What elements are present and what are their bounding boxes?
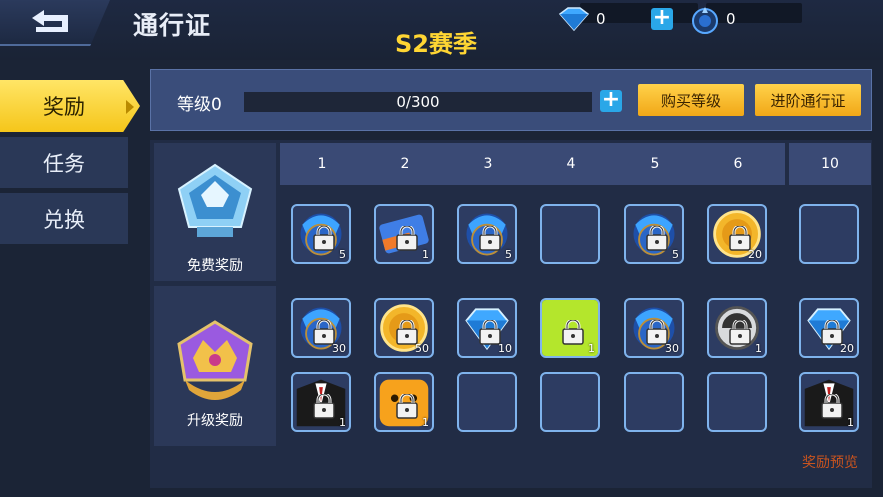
column-level: 3 <box>483 156 493 172</box>
level-column-header <box>280 143 785 185</box>
reward-slot[interactable]: 1 <box>799 372 859 432</box>
reward-slot[interactable] <box>457 372 517 432</box>
column-level: 5 <box>650 156 660 172</box>
diamond-count: 0 <box>596 10 606 28</box>
lock-icon <box>729 320 751 345</box>
lock-icon <box>821 394 843 419</box>
gold-purple-crown-emblem-icon <box>177 320 253 400</box>
reward-slot[interactable]: 1 <box>374 204 434 264</box>
buy-level-label: 购买等级 <box>660 91 721 110</box>
reward-slot[interactable]: 50 <box>374 298 434 358</box>
reward-slot[interactable]: 10 <box>457 298 517 358</box>
reward-slot[interactable]: 5 <box>624 204 684 264</box>
active-tab-arrow-icon <box>126 100 134 114</box>
reward-slot[interactable]: 30 <box>291 298 351 358</box>
reward-count: 1 <box>339 416 346 429</box>
reward-count: 1 <box>422 416 429 429</box>
tab-exchange[interactable]: 兑换 <box>0 193 128 245</box>
back-arrow-icon <box>32 10 68 32</box>
reward-slot[interactable]: 20 <box>799 298 859 358</box>
add-level-button[interactable]: + <box>600 89 622 112</box>
diamond-icon <box>558 7 590 32</box>
page-title: 通行证 <box>133 11 212 40</box>
reward-count: 20 <box>748 248 762 261</box>
reward-count: 1 <box>588 342 595 355</box>
reward-slot[interactable]: 20 <box>707 204 767 264</box>
upgrade-reward-row-header: 升级奖励 <box>154 286 276 446</box>
pass-token-icon <box>692 7 718 34</box>
reward-count: 1 <box>847 416 854 429</box>
reward-slot[interactable]: 5 <box>291 204 351 264</box>
upgrade-reward-label: 升级奖励 <box>187 413 243 429</box>
reward-slot[interactable] <box>624 372 684 432</box>
column-level: 2 <box>400 156 410 172</box>
tab-tasks-label: 任务 <box>43 151 85 176</box>
reward-slot[interactable]: 1 <box>291 372 351 432</box>
season-title: S2赛季 <box>395 30 477 58</box>
column-level: 4 <box>566 156 576 172</box>
lock-icon <box>396 394 418 419</box>
token-currency-bar <box>706 3 802 23</box>
lock-icon <box>646 226 668 251</box>
lock-icon <box>313 226 335 251</box>
lock-icon <box>562 320 584 345</box>
reward-count: 20 <box>840 342 854 355</box>
reward-slot[interactable]: 30 <box>624 298 684 358</box>
tab-tasks[interactable]: 任务 <box>0 137 128 189</box>
buy-level-button[interactable]: 购买等级 <box>638 84 744 116</box>
reward-slot[interactable] <box>707 372 767 432</box>
column-level: 1 <box>317 156 327 172</box>
upgrade-pass-button[interactable]: 进阶通行证 <box>755 84 861 116</box>
lock-icon <box>313 394 335 419</box>
reward-count: 30 <box>332 342 346 355</box>
reward-count: 5 <box>339 248 346 261</box>
upgrade-pass-label: 进阶通行证 <box>770 91 846 110</box>
reward-slot[interactable]: 1 <box>540 298 600 358</box>
level-label: 等级0 <box>177 95 222 115</box>
reward-count: 10 <box>498 342 512 355</box>
level-panel: 等级0 0/300 + 购买等级 进阶通行证 <box>150 69 872 131</box>
free-reward-row-header: 免费奖励 <box>154 143 276 281</box>
reward-slot[interactable]: 1 <box>707 298 767 358</box>
reward-count: 5 <box>672 248 679 261</box>
reward-slot[interactable]: 5 <box>457 204 517 264</box>
lock-icon <box>479 226 501 251</box>
add-diamond-button[interactable]: + <box>651 7 673 30</box>
reward-slot[interactable] <box>540 372 600 432</box>
reward-count: 30 <box>665 342 679 355</box>
column-level: 6 <box>733 156 743 172</box>
reward-count: 1 <box>422 248 429 261</box>
reward-slot[interactable]: 1 <box>374 372 434 432</box>
reward-count: 1 <box>755 342 762 355</box>
tab-rewards[interactable]: 奖励 <box>0 80 140 132</box>
token-count: 0 <box>726 10 736 28</box>
silver-crown-emblem-icon <box>177 163 253 237</box>
reward-slot[interactable] <box>540 204 600 264</box>
lock-icon <box>396 226 418 251</box>
tab-rewards-label: 奖励 <box>43 95 85 119</box>
level-progress-text: 0/300 <box>396 93 440 111</box>
reward-slot[interactable] <box>799 204 859 264</box>
reward-count: 50 <box>415 342 429 355</box>
column-level: 10 <box>821 156 839 172</box>
level-progress-bar: 0/300 <box>244 92 592 112</box>
tab-exchange-label: 兑换 <box>43 207 85 232</box>
free-reward-label: 免费奖励 <box>187 258 243 274</box>
reward-count: 5 <box>505 248 512 261</box>
reward-preview-link[interactable]: 奖励预览 <box>802 452 858 472</box>
